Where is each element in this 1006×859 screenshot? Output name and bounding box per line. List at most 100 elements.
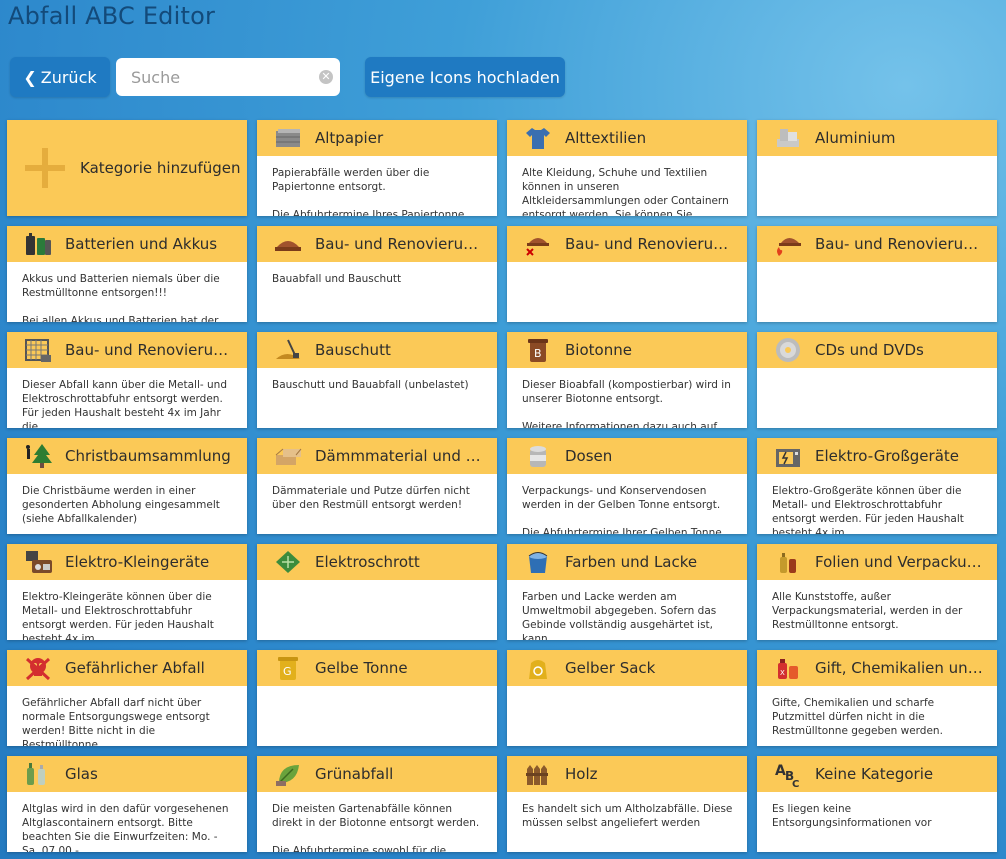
clear-search-icon[interactable]: ✕ bbox=[319, 70, 333, 84]
category-tile[interactable]: Holz Es handelt sich um Altholzabfälle. D… bbox=[507, 756, 747, 852]
skull-icon bbox=[21, 653, 55, 683]
category-tile-header: Christbaumsammlung bbox=[7, 438, 247, 474]
category-title: Gefährlicher Abfall bbox=[65, 659, 205, 677]
category-tile-header: Altpapier bbox=[257, 120, 497, 156]
category-tile-header: Elektro-Großgeräte bbox=[757, 438, 997, 474]
category-tile[interactable]: Aluminium bbox=[757, 120, 997, 216]
category-description: Altglas wird in den dafür vorgesehenen A… bbox=[22, 803, 229, 852]
category-description: Akkus und Batterien niemals über die Res… bbox=[22, 273, 220, 322]
chevron-left-icon: ❮ bbox=[23, 67, 37, 87]
category-tile-header: B Biotonne bbox=[507, 332, 747, 368]
category-title: Elektroschrott bbox=[315, 553, 420, 571]
category-description: Papierabfälle werden über die Papiertonn… bbox=[272, 167, 465, 216]
category-tile-header: Folien und Verpackungen bbox=[757, 544, 997, 580]
category-tile[interactable]: Bau- und Renovierungsabfall Bauabfall und… bbox=[257, 226, 497, 322]
category-tile[interactable]: Gefährlicher Abfall Gefährlicher Abfall d… bbox=[7, 650, 247, 746]
plus-icon bbox=[25, 148, 65, 188]
paper-stack-icon bbox=[271, 123, 305, 153]
category-title: Glas bbox=[65, 765, 98, 783]
insulation-icon bbox=[271, 441, 305, 471]
category-description: Die meisten Gartenabfälle können direkt … bbox=[272, 803, 480, 852]
category-tile[interactable]: A B C Keine Kategorie Es liegen keine Entsor… bbox=[757, 756, 997, 852]
wood-fence-icon bbox=[521, 759, 555, 789]
can-icon bbox=[521, 441, 555, 471]
category-title: Bau- und Renovierungsabfall bbox=[815, 235, 997, 253]
category-tile[interactable]: Glas Altglas wird in den dafür vorgesehen… bbox=[7, 756, 247, 852]
category-tile-header: Dämmmaterial und Putze bbox=[257, 438, 497, 474]
category-description: Alle Kunststoffe, außer Verpackungsmater… bbox=[772, 591, 963, 631]
category-title: Bau- und Renovierungsabfall bbox=[315, 235, 497, 253]
category-description: Es liegen keine Entsorgungsinformationen… bbox=[772, 803, 932, 829]
category-description: Dieser Bioabfall (kompostierbar) wird in… bbox=[522, 379, 731, 428]
category-tile-header: CDs und DVDs bbox=[757, 332, 997, 368]
category-tile[interactable]: Dosen Verpackungs- und Konservendosen wer… bbox=[507, 438, 747, 534]
category-tile[interactable]: Altpapier Papierabfälle werden über die P… bbox=[257, 120, 497, 216]
category-title: Elektro-Großgeräte bbox=[815, 447, 960, 465]
leaf-icon bbox=[271, 759, 305, 789]
category-title: Bauschutt bbox=[315, 341, 391, 359]
christmas-tree-icon bbox=[21, 441, 55, 471]
category-title: Dosen bbox=[565, 447, 613, 465]
category-tile[interactable]: Bau- und Renovierungsabfall Dieser Abfall… bbox=[7, 332, 247, 428]
category-title: Folien und Verpackungen bbox=[815, 553, 997, 571]
circuit-board-icon bbox=[271, 547, 305, 577]
upload-icons-button[interactable]: Eigene Icons hochladen bbox=[365, 57, 565, 97]
category-title: Dämmmaterial und Putze bbox=[315, 447, 497, 465]
category-tile[interactable]: Grünabfall Die meisten Gartenabfälle könn… bbox=[257, 756, 497, 852]
category-title: Altpapier bbox=[315, 129, 384, 147]
category-tile[interactable]: Folien und Verpackungen Alle Kunststoffe,… bbox=[757, 544, 997, 640]
tshirt-icon bbox=[521, 123, 555, 153]
category-title: Holz bbox=[565, 765, 598, 783]
category-tile-header: Elektro-Kleingeräte bbox=[7, 544, 247, 580]
category-tile-header: Gefährlicher Abfall bbox=[7, 650, 247, 686]
category-tile[interactable]: Elektro-Großgeräte Elektro-Großgeräte kön… bbox=[757, 438, 997, 534]
category-description: Die Christbäume werden in einer gesonder… bbox=[22, 485, 220, 525]
category-description: Alte Kleidung, Schuhe und Textilien könn… bbox=[522, 167, 729, 216]
category-tile[interactable]: G Gelbe Tonne bbox=[257, 650, 497, 746]
category-description: Dieser Abfall kann über die Metall- und … bbox=[22, 379, 227, 428]
category-title: Bau- und Renovierungsabfall bbox=[65, 341, 247, 359]
category-description: Elektro-Kleingeräte können über die Meta… bbox=[22, 591, 214, 640]
category-tile-header: Gelber Sack bbox=[507, 650, 747, 686]
category-tile[interactable]: Bau- und Renovierungsabfall bbox=[757, 226, 997, 322]
category-description bbox=[507, 262, 747, 322]
category-tile-header: Aluminium bbox=[757, 120, 997, 156]
category-tile[interactable]: Bauschutt Bauschutt und Bauabfall (unbela… bbox=[257, 332, 497, 428]
category-tile[interactable]: X Gift, Chemikalien und Putzmittel Gifte, … bbox=[757, 650, 997, 746]
category-tile[interactable]: Farben und Lacke Farben und Lacke werden … bbox=[507, 544, 747, 640]
category-title: Grünabfall bbox=[315, 765, 394, 783]
category-description bbox=[507, 686, 747, 746]
category-title: Keine Kategorie bbox=[815, 765, 934, 783]
category-tile[interactable]: Gelber Sack bbox=[507, 650, 747, 746]
category-tile[interactable]: Batterien und Akkus Akkus und Batterien n… bbox=[7, 226, 247, 322]
category-tile[interactable]: Christbaumsammlung Die Christbäume werden… bbox=[7, 438, 247, 534]
abc-icon: ABC bbox=[771, 759, 805, 789]
category-tile-header: Holz bbox=[507, 756, 747, 792]
category-tile[interactable]: Elektroschrott bbox=[257, 544, 497, 640]
category-description: Elektro-Großgeräte können über die Metal… bbox=[772, 485, 964, 534]
category-tile-header: Bau- und Renovierungsabfall bbox=[507, 226, 747, 262]
category-title: Alttextilien bbox=[565, 129, 647, 147]
category-description bbox=[757, 368, 997, 428]
add-category-label: Kategorie hinzufügen bbox=[80, 159, 241, 177]
category-tile-header: Alttextilien bbox=[507, 120, 747, 156]
back-button[interactable]: ❮ Zurück bbox=[10, 57, 110, 97]
category-tile[interactable]: Bau- und Renovierungsabfall bbox=[507, 226, 747, 322]
category-title: Aluminium bbox=[815, 129, 896, 147]
search-input[interactable] bbox=[116, 58, 323, 96]
category-description: Bauabfall und Bauschutt bbox=[272, 273, 402, 285]
category-tile[interactable]: CDs und DVDs bbox=[757, 332, 997, 428]
category-title: CDs und DVDs bbox=[815, 341, 924, 359]
category-title: Gelber Sack bbox=[565, 659, 656, 677]
category-description: Dämmateriale und Putze dürfen nicht über… bbox=[272, 485, 470, 511]
category-tile[interactable]: Elektro-Kleingeräte Elektro-Kleingeräte k… bbox=[7, 544, 247, 640]
category-tile[interactable]: Dämmmaterial und Putze Dämmateriale und P… bbox=[257, 438, 497, 534]
category-tile-header: Bau- und Renovierungsabfall bbox=[7, 332, 247, 368]
category-tile[interactable]: Alttextilien Alte Kleidung, Schuhe und Te… bbox=[507, 120, 747, 216]
radio-icon bbox=[21, 547, 55, 577]
add-category-tile[interactable]: Kategorie hinzufügen bbox=[7, 120, 247, 216]
battery-icon bbox=[21, 229, 55, 259]
category-tile[interactable]: B Biotonne Dieser Bioabfall (kompostierbar… bbox=[507, 332, 747, 428]
category-tile-header: Dosen bbox=[507, 438, 747, 474]
yellow-bag-icon bbox=[521, 653, 555, 683]
